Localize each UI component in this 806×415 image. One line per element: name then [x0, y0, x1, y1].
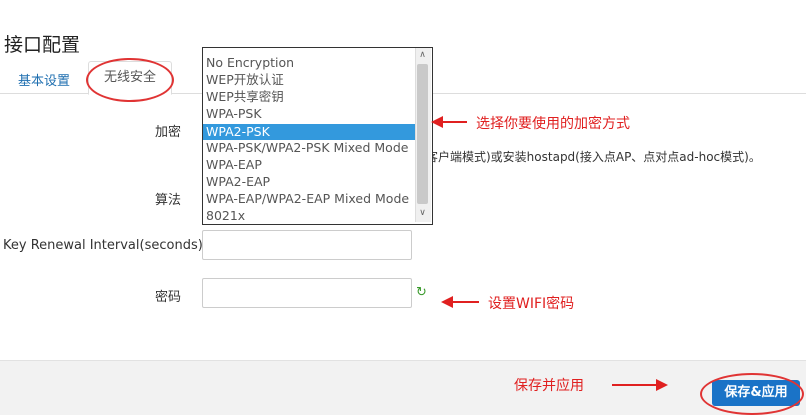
highlight-ellipse-save [700, 373, 804, 415]
dropdown-option[interactable]: WEP开放认证 [206, 72, 284, 88]
highlight-ellipse-tab [86, 58, 174, 102]
scrollbar-thumb[interactable] [417, 64, 428, 204]
dropdown-option[interactable]: WEP共享密钥 [206, 89, 284, 105]
algorithm-label: 算法 [155, 193, 182, 208]
page-title: 接口配置 [4, 34, 81, 56]
encryption-annotation: 选择你要使用的加密方式 [476, 116, 630, 132]
password-annotation: 设置WIFI密码 [488, 296, 575, 312]
dropdown-option[interactable]: WPA2-EAP [206, 174, 270, 190]
dropdown-option[interactable]: WPA-EAP/WPA2-EAP Mixed Mode [206, 191, 409, 207]
encryption-label: 加密 [155, 125, 182, 140]
help-text: 客户端模式)或安装hostapd(接入点AP、点对点ad-hoc模式)。 [426, 150, 761, 164]
footer-bar [0, 360, 806, 415]
password-input[interactable] [202, 278, 412, 308]
refresh-icon[interactable]: ↻ [416, 286, 430, 300]
dropdown-option-selected[interactable]: WPA2-PSK [203, 124, 418, 140]
dropdown-option[interactable]: WPA-PSK [206, 106, 262, 122]
scroll-up-icon[interactable]: ∧ [415, 50, 430, 60]
scroll-down-icon[interactable]: ∨ [415, 208, 430, 218]
dropdown-option[interactable]: No Encryption [206, 55, 294, 71]
arrow-line [451, 301, 479, 303]
dropdown-option[interactable]: WPA-PSK/WPA2-PSK Mixed Mode [206, 140, 408, 156]
save-annotation: 保存并应用 [514, 378, 584, 394]
dropdown-option[interactable]: WPA-EAP [206, 157, 262, 173]
key-renewal-input[interactable] [202, 230, 412, 260]
key-renewal-label: Key Renewal Interval(seconds) [3, 238, 203, 253]
encryption-dropdown[interactable]: No Encryption WEP开放认证 WEP共享密钥 WPA-PSK WP… [202, 47, 433, 225]
tab-basic-settings[interactable]: 基本设置 [18, 70, 70, 89]
password-label: 密码 [155, 290, 182, 305]
dropdown-option[interactable]: 8021x [206, 208, 245, 224]
arrow-line [441, 121, 467, 123]
arrow-head-icon [656, 379, 668, 391]
arrow-line [612, 384, 658, 386]
